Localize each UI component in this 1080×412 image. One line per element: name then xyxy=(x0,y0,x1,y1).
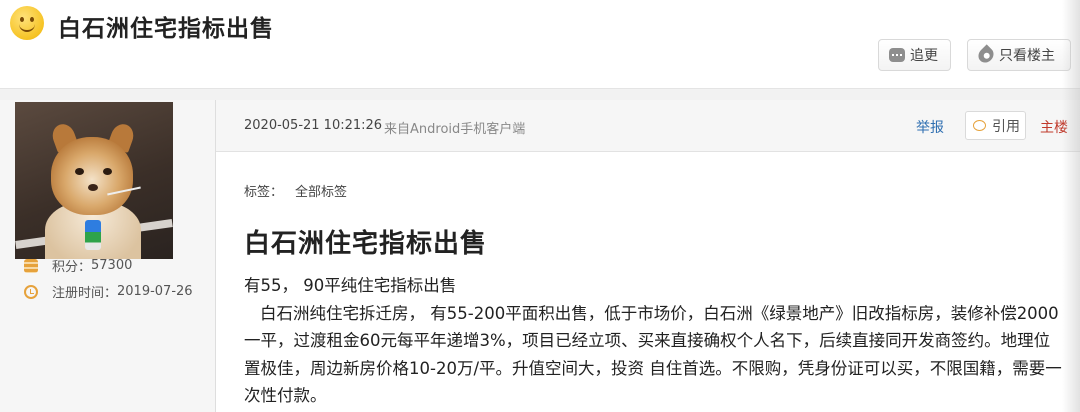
post-tags: 标签： 全部标签 xyxy=(244,181,347,200)
article-body: 有55， 90平纯住宅指标出售 白石洲纯住宅拆迁房， 有55-200平面积出售，… xyxy=(244,272,1064,410)
drop-icon xyxy=(975,44,997,66)
chat-icon xyxy=(889,48,905,62)
post-meta-bar: 2020-05-21 10:21:26 来自Android手机客户端 举报 引用… xyxy=(216,100,1080,152)
follow-label: 追更 xyxy=(910,48,938,64)
post-source: 来自Android手机客户端 xyxy=(384,122,526,137)
registered-label: 注册时间： xyxy=(52,286,118,301)
post-time: 2020-05-21 10:21:26 xyxy=(244,118,383,133)
owner-only-button[interactable]: 只看楼主 xyxy=(967,39,1071,71)
avatar[interactable] xyxy=(15,102,173,259)
tags-value[interactable]: 全部标签 xyxy=(295,185,347,200)
quote-icon xyxy=(973,120,986,131)
edge-shadow xyxy=(1062,0,1080,412)
smiley-icon xyxy=(10,6,44,40)
coins-icon xyxy=(24,258,38,273)
page-header: 白石洲住宅指标出售 追更 只看楼主 xyxy=(0,0,1080,88)
post-content: 标签： 全部标签 白石洲住宅指标出售 有55， 90平纯住宅指标出售 白石洲纯住宅… xyxy=(216,152,1080,412)
report-link[interactable]: 举报 xyxy=(916,117,944,137)
user-registered: 注册时间： 2019-07-26 xyxy=(24,282,193,301)
body-paragraph: 白石洲纯住宅拆迁房， 有55-200平面积出售，低于市场价，白石洲《绿景地产》旧… xyxy=(244,303,1062,406)
body-line: 有55， 90平纯住宅指标出售 xyxy=(244,276,457,295)
user-points: 积分： 57300 xyxy=(24,256,132,275)
user-sidebar: 积分： 57300 注册时间： 2019-07-26 xyxy=(0,100,216,412)
points-value: 57300 xyxy=(91,258,133,273)
article-title: 白石洲住宅指标出售 xyxy=(244,229,488,259)
registered-value: 2019-07-26 xyxy=(117,284,193,299)
follow-button[interactable]: 追更 xyxy=(878,39,951,71)
clock-icon xyxy=(24,284,38,299)
quote-button[interactable]: 引用 xyxy=(965,111,1026,140)
page-title: 白石洲住宅指标出售 xyxy=(58,16,274,42)
quote-label: 引用 xyxy=(992,118,1020,135)
points-label: 积分： xyxy=(52,260,92,275)
tags-label: 标签： xyxy=(244,185,284,200)
owner-only-label: 只看楼主 xyxy=(999,48,1055,64)
